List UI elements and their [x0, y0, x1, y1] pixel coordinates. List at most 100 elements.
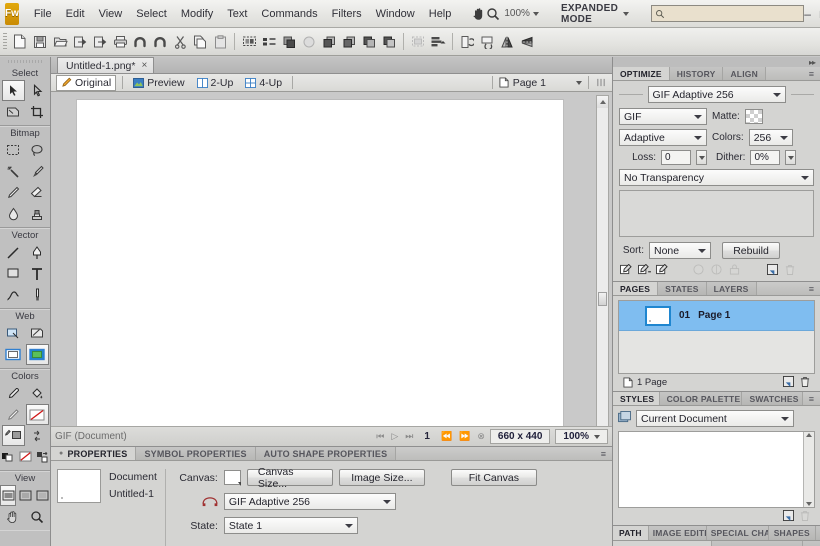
save-icon[interactable]: [30, 32, 50, 52]
tab-special-characters[interactable]: SPECIAL CHAR: [706, 526, 769, 540]
transparency-select[interactable]: No Transparency: [619, 169, 814, 186]
flip-vertical-icon[interactable]: [517, 32, 537, 52]
rectangle-tool[interactable]: [2, 263, 25, 284]
send-backward-icon[interactable]: [359, 32, 379, 52]
magnifier-icon[interactable]: [486, 4, 500, 24]
chevron-down-icon[interactable]: [806, 502, 812, 506]
scroll-up-button[interactable]: [597, 96, 608, 108]
pages-list[interactable]: 01 Page 1: [618, 300, 815, 374]
panel-menu-icon[interactable]: ≡: [803, 282, 820, 295]
toolbar-grip[interactable]: [3, 32, 7, 51]
subselection-tool[interactable]: [26, 80, 49, 101]
scrollbar-thumb[interactable]: [598, 291, 607, 306]
full-screen-mode[interactable]: [34, 485, 50, 506]
brush-tool[interactable]: [26, 161, 49, 182]
tab-layers[interactable]: LAYERS: [706, 282, 757, 295]
export-icon[interactable]: [90, 32, 110, 52]
menu-modify[interactable]: Modify: [174, 5, 220, 23]
stop-button[interactable]: ⊗: [477, 431, 485, 442]
eraser-tool[interactable]: [26, 182, 49, 203]
lock-color-icon[interactable]: [655, 263, 669, 276]
style-source-select[interactable]: Current Document: [636, 410, 794, 427]
bring-forward-icon[interactable]: [339, 32, 359, 52]
pencil-tool[interactable]: [2, 182, 25, 203]
marquee-tool[interactable]: [2, 140, 25, 161]
sort-select[interactable]: None: [649, 242, 711, 259]
panel-menu-icon[interactable]: ≡: [803, 392, 820, 405]
no-color-icon[interactable]: [17, 446, 33, 467]
magic-wand-tool[interactable]: [2, 161, 25, 182]
new-document-icon[interactable]: [10, 32, 30, 52]
rotate-90-ccw-icon[interactable]: [477, 32, 497, 52]
loss-stepper[interactable]: [696, 150, 707, 165]
next-state-button[interactable]: ⏩: [459, 431, 470, 442]
tab-symbol-properties[interactable]: SYMBOL PROPERTIES: [136, 447, 256, 460]
canvas-color-swatch[interactable]: [223, 470, 241, 486]
full-screen-with-menus[interactable]: [17, 485, 33, 506]
new-page-icon[interactable]: [783, 375, 794, 390]
trash-icon[interactable]: [800, 376, 810, 390]
dither-stepper[interactable]: [785, 150, 797, 165]
group-icon[interactable]: [239, 32, 259, 52]
ungroup-icon[interactable]: [259, 32, 279, 52]
menu-window[interactable]: Window: [369, 5, 422, 23]
search-input[interactable]: [668, 7, 804, 20]
tab-states[interactable]: STATES: [658, 282, 707, 295]
new-style-icon[interactable]: [783, 509, 794, 524]
styles-scrollbar[interactable]: [803, 432, 814, 507]
hide-slices-toggle[interactable]: [2, 344, 25, 365]
tab-color-palette[interactable]: COLOR PALETTE: [659, 392, 743, 405]
slice-tool[interactable]: [26, 323, 49, 344]
import-icon[interactable]: [70, 32, 90, 52]
line-tool[interactable]: [2, 242, 25, 263]
snap-to-websafe-icon[interactable]: [637, 263, 651, 276]
tab-image-editing[interactable]: IMAGE EDITIN: [648, 526, 707, 540]
blur-tool[interactable]: [2, 203, 25, 224]
paint-bucket-tool[interactable]: [26, 383, 49, 404]
menu-view[interactable]: View: [92, 5, 130, 23]
lasso-tool[interactable]: [26, 140, 49, 161]
swap-stroke-fill-icon[interactable]: [34, 446, 50, 467]
tab-history[interactable]: HISTORY: [669, 67, 724, 80]
open-folder-icon[interactable]: [50, 32, 70, 52]
show-slices-toggle[interactable]: [25, 344, 49, 365]
search-box[interactable]: [651, 5, 805, 22]
default-colors-icon[interactable]: [0, 446, 16, 467]
view-mode-2up[interactable]: 2-Up: [193, 76, 238, 90]
pen-tool[interactable]: [26, 242, 49, 263]
last-page-button[interactable]: ⏭: [405, 431, 413, 442]
crop-tool[interactable]: [26, 101, 49, 122]
view-mode-original[interactable]: Original: [56, 74, 117, 91]
close-icon[interactable]: ×: [141, 60, 147, 71]
undo-icon[interactable]: [130, 32, 150, 52]
standard-screen-mode[interactable]: [0, 485, 17, 506]
rubber-stamp-tool[interactable]: [26, 203, 49, 224]
fill-color-swatch[interactable]: [25, 404, 49, 425]
bring-to-front-icon[interactable]: [319, 32, 339, 52]
matte-color-swatch[interactable]: [744, 109, 763, 124]
stroke-fill-swatches[interactable]: [1, 425, 25, 446]
panel-menu-icon[interactable]: ≡: [595, 447, 612, 460]
colors-select[interactable]: 256: [748, 129, 793, 146]
tab-pages[interactable]: PAGES: [613, 282, 659, 295]
document-tab[interactable]: Untitled-1.png* ×: [57, 57, 155, 73]
select-behind-tool[interactable]: [2, 101, 25, 122]
tab-optimize[interactable]: OPTIMIZE: [613, 67, 670, 80]
hand-icon[interactable]: [472, 4, 486, 24]
zoom-level-selector[interactable]: 100%: [500, 6, 543, 21]
tools-panel-grip[interactable]: [0, 57, 50, 66]
panel-menu-icon[interactable]: ≡: [803, 67, 820, 80]
optimize-preset-select-panel[interactable]: GIF Adaptive 256: [647, 86, 786, 103]
canvas-size-button[interactable]: Canvas Size...: [246, 466, 333, 490]
panel-menu-icon[interactable]: ≡: [802, 541, 820, 546]
styles-list[interactable]: [618, 431, 815, 508]
tab-path[interactable]: PATH: [613, 526, 649, 540]
page-selector-label[interactable]: Page 1: [513, 77, 546, 89]
optimize-preset-select[interactable]: GIF Adaptive 256: [223, 493, 396, 510]
export-format-select[interactable]: GIF: [619, 108, 707, 125]
tab-swatches[interactable]: SWATCHES: [742, 392, 803, 405]
cut-icon[interactable]: [170, 32, 190, 52]
menu-filters[interactable]: Filters: [325, 5, 369, 23]
print-icon[interactable]: [110, 32, 130, 52]
prev-page-button[interactable]: ▷: [391, 431, 398, 442]
